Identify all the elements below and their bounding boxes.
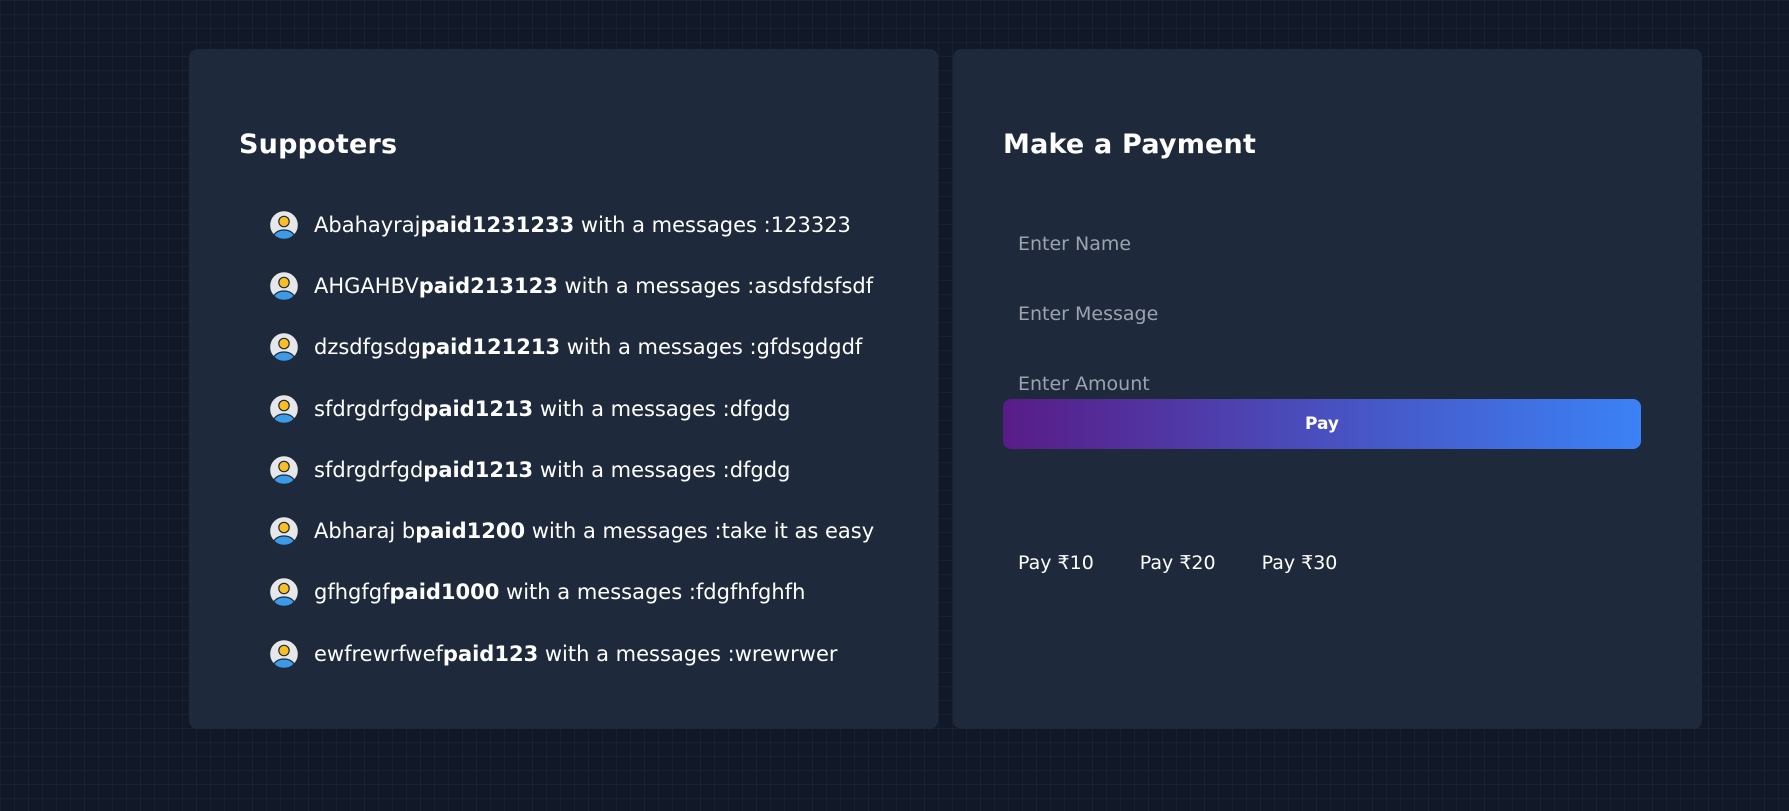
supporter-name: AHGAHBV <box>314 273 419 298</box>
supporter-name: sfdrgdrfgd <box>314 457 424 482</box>
supporter-row: dzsdfgsdgpaid121213 with a messages :gfd… <box>268 317 874 378</box>
supporter-name: gfhgfgf <box>314 580 390 605</box>
payment-title: Make a Payment <box>1003 129 1257 160</box>
user-avatar-icon <box>268 515 300 547</box>
supporter-text: sfdrgdrfgdpaid1213 with a messages :dfgd… <box>314 397 790 421</box>
supporter-text: sfdrgdrfgdpaid1213 with a messages :dfgd… <box>314 458 790 482</box>
supporters-list: Abahayrajpaid1231233 with a messages :12… <box>268 194 874 684</box>
supporter-name: dzsdfgsdg <box>314 335 421 360</box>
supporter-row: sfdrgdrfgdpaid1213 with a messages :dfgd… <box>268 378 874 439</box>
supporter-text: gfhgfgfpaid1000 with a messages :fdgfhfg… <box>314 580 805 604</box>
name-input[interactable] <box>1003 219 1641 269</box>
supporter-amount: paid1213 <box>423 457 534 482</box>
user-avatar-icon <box>268 576 300 608</box>
supporter-name: Abahayraj <box>314 212 421 237</box>
supporter-message: with a messages :asdsfdsfsdf <box>557 273 874 298</box>
user-avatar-icon <box>268 331 300 363</box>
supporter-amount: paid123 <box>442 641 539 666</box>
supporter-amount: paid1200 <box>415 519 526 544</box>
supporter-text: dzsdfgsdgpaid121213 with a messages :gfd… <box>314 335 862 359</box>
user-avatar-icon <box>268 638 300 670</box>
supporter-message: with a messages :gfdsgdgdf <box>560 335 863 360</box>
supporter-amount: paid1000 <box>389 580 500 605</box>
pay-20-button[interactable]: Pay ₹20 <box>1125 546 1231 580</box>
supporter-row: gfhgfgfpaid1000 with a messages :fdgfhfg… <box>268 562 874 623</box>
supporter-amount: paid1231233 <box>420 212 575 237</box>
supporter-name: ewfrewrfwef <box>314 641 443 666</box>
supporter-row: sfdrgdrfgdpaid1213 with a messages :dfgd… <box>268 439 874 500</box>
supporter-text: AHGAHBVpaid213123 with a messages :asdsf… <box>314 274 873 298</box>
supporter-row: ewfrewrfwefpaid123 with a messages :wrew… <box>268 623 874 684</box>
pay-10-button[interactable]: Pay ₹10 <box>1003 546 1109 580</box>
supporter-name: Abharaj b <box>314 519 416 544</box>
supporter-text: ewfrewrfwefpaid123 with a messages :wrew… <box>314 642 838 666</box>
supporter-message: with a messages :fdgfhfghfh <box>499 580 806 605</box>
supporter-message: with a messages :dfgdg <box>533 457 791 482</box>
supporter-message: with a messages :dfgdg <box>533 396 791 421</box>
supporters-panel: Suppoters Abahayrajpaid1231233 with a me… <box>189 49 938 729</box>
supporter-row: AHGAHBVpaid213123 with a messages :asdsf… <box>268 255 874 316</box>
supporter-text: Abharaj bpaid1200 with a messages :take … <box>314 519 874 543</box>
supporter-row: Abharaj bpaid1200 with a messages :take … <box>268 500 874 561</box>
supporters-title: Suppoters <box>239 129 398 160</box>
supporter-message: with a messages :take it as easy <box>525 519 875 544</box>
user-avatar-icon <box>268 454 300 486</box>
user-avatar-icon <box>268 393 300 425</box>
user-avatar-icon <box>268 270 300 302</box>
supporter-amount: paid121213 <box>420 335 561 360</box>
user-avatar-icon <box>268 209 300 241</box>
supporter-row: Abahayrajpaid1231233 with a messages :12… <box>268 194 874 255</box>
pay-button[interactable]: Pay <box>1003 399 1641 449</box>
quick-pay-row: Pay ₹10 Pay ₹20 Pay ₹30 <box>1003 546 1352 580</box>
message-input[interactable] <box>1003 289 1641 339</box>
supporter-text: Abahayrajpaid1231233 with a messages :12… <box>314 213 851 237</box>
supporter-message: with a messages :wrewrwer <box>538 641 838 666</box>
pay-30-button[interactable]: Pay ₹30 <box>1247 546 1353 580</box>
supporter-amount: paid1213 <box>423 396 534 421</box>
supporter-name: sfdrgdrfgd <box>314 396 424 421</box>
supporter-amount: paid213123 <box>418 273 558 298</box>
payment-panel: Make a Payment Pay Pay ₹10 Pay ₹20 Pay ₹… <box>953 49 1702 729</box>
supporter-message: with a messages :123323 <box>574 212 851 237</box>
